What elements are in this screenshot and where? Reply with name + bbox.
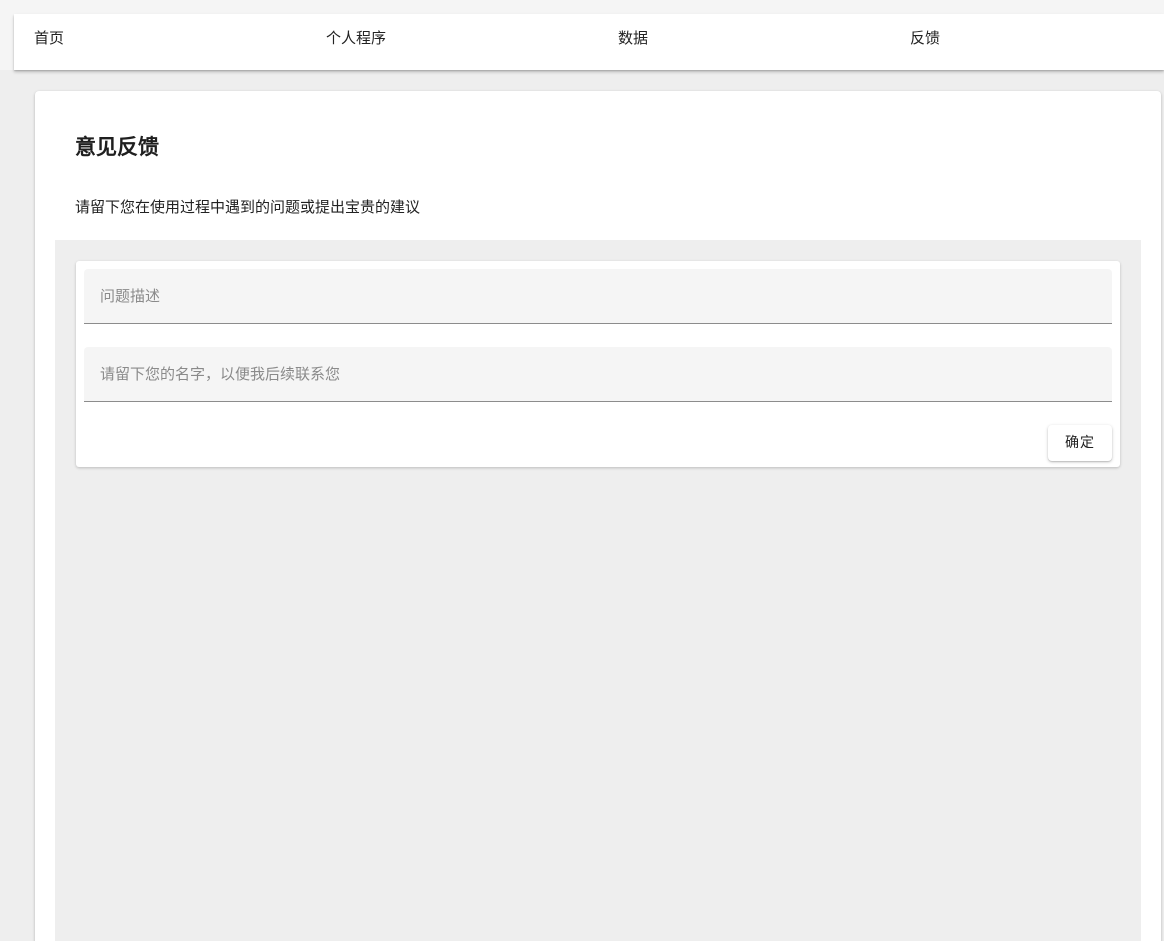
app-window: 首页 个人程序 数据 反馈 意见反馈 请留下您在使用过程中遇到的问题或提出宝贵的… [0, 0, 1164, 941]
top-nav: 首页 个人程序 数据 反馈 [14, 14, 1164, 70]
nav-item-personal-programs[interactable]: 个人程序 [326, 14, 386, 62]
problem-description-placeholder: 问题描述 [100, 287, 161, 305]
nav-item-home[interactable]: 首页 [34, 14, 64, 62]
page-title: 意见反馈 [75, 135, 159, 159]
problem-description-field[interactable]: 问题描述 [84, 269, 1112, 324]
form-area: 问题描述 请留下您的名字，以便我后续联系您 确定 [55, 240, 1141, 941]
nav-item-data[interactable]: 数据 [618, 14, 648, 62]
page-subtitle: 请留下您在使用过程中遇到的问题或提出宝贵的建议 [75, 198, 421, 216]
left-edge [0, 70, 14, 941]
nav-item-feedback[interactable]: 反馈 [910, 14, 940, 62]
confirm-button[interactable]: 确定 [1048, 425, 1112, 461]
feedback-form: 问题描述 请留下您的名字，以便我后续联系您 确定 [76, 261, 1120, 467]
contact-name-placeholder: 请留下您的名字，以便我后续联系您 [100, 365, 341, 383]
feedback-card: 意见反馈 请留下您在使用过程中遇到的问题或提出宝贵的建议 问题描述 请留下您的名… [35, 91, 1161, 941]
contact-name-field[interactable]: 请留下您的名字，以便我后续联系您 [84, 347, 1112, 402]
